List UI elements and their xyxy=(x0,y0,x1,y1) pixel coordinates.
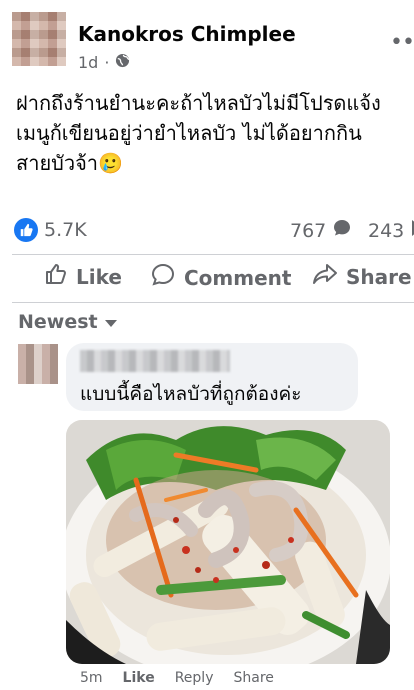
post-meta: 1d · xyxy=(78,53,130,72)
dot-separator: · xyxy=(104,53,110,72)
post-time[interactable]: 1d xyxy=(78,53,98,72)
post-action-bar: Like Comment Share xyxy=(0,262,414,296)
like-icon xyxy=(44,262,68,291)
comment-sort-label: Newest xyxy=(18,311,98,333)
share-count-icon xyxy=(410,218,414,243)
share-count[interactable]: 243 xyxy=(368,218,414,243)
more-icon[interactable]: ••• xyxy=(390,30,414,55)
post-text-line: ฝากถึงร้านยำนะคะถ้าไหลบัวไม่มีโปรดแจ้ง xyxy=(16,91,381,115)
post-text-line: สายบัวจ้า🥲 xyxy=(16,151,123,175)
comment-count-value: 767 xyxy=(290,219,327,242)
like-button[interactable]: Like xyxy=(44,262,122,291)
author-name[interactable]: Kanokros Chimplee xyxy=(78,22,296,46)
reaction-count[interactable]: 5.7K xyxy=(14,218,87,242)
comment-meta: 5m Like Reply Share xyxy=(80,670,274,686)
post-text: ฝากถึงร้านยำนะคะถ้าไหลบัวไม่มีโปรดแจ้ง เ… xyxy=(16,88,414,178)
like-label: Like xyxy=(76,264,122,289)
comment-like-button[interactable]: Like xyxy=(123,670,155,686)
share-count-value: 243 xyxy=(368,219,405,242)
globe-icon xyxy=(115,53,130,72)
commenter-avatar[interactable] xyxy=(18,344,58,384)
divider xyxy=(12,254,414,255)
commenter-name-blurred[interactable] xyxy=(80,350,230,372)
comment-photo[interactable] xyxy=(66,420,390,664)
share-label: Share xyxy=(346,264,412,289)
comment-text: แบบนี้คือไหลบัวที่ถูกต้องค่ะ xyxy=(80,383,302,405)
comment-time[interactable]: 5m xyxy=(80,670,103,686)
author-avatar[interactable] xyxy=(12,12,66,66)
reaction-count-value: 5.7K xyxy=(44,219,87,241)
chevron-down-icon xyxy=(104,311,118,333)
comment-icon xyxy=(150,262,176,293)
comment-reply-button[interactable]: Reply xyxy=(175,670,214,686)
comment-share-button[interactable]: Share xyxy=(233,670,273,686)
post-text-line: เมนูก้เขียนอยู่ว่ายำไหลบัว ไม่ได้อยากกิน xyxy=(16,121,362,145)
comment-sort-dropdown[interactable]: Newest xyxy=(18,311,118,333)
divider xyxy=(12,302,414,303)
comment-label: Comment xyxy=(184,265,292,290)
food-photo-illustration xyxy=(66,420,390,664)
share-icon xyxy=(312,262,338,291)
comment-count[interactable]: 767 xyxy=(290,218,352,243)
share-button[interactable]: Share xyxy=(312,262,412,291)
like-reaction-icon xyxy=(14,218,38,242)
comment-button[interactable]: Comment xyxy=(150,262,291,293)
comment-count-icon xyxy=(332,218,352,243)
